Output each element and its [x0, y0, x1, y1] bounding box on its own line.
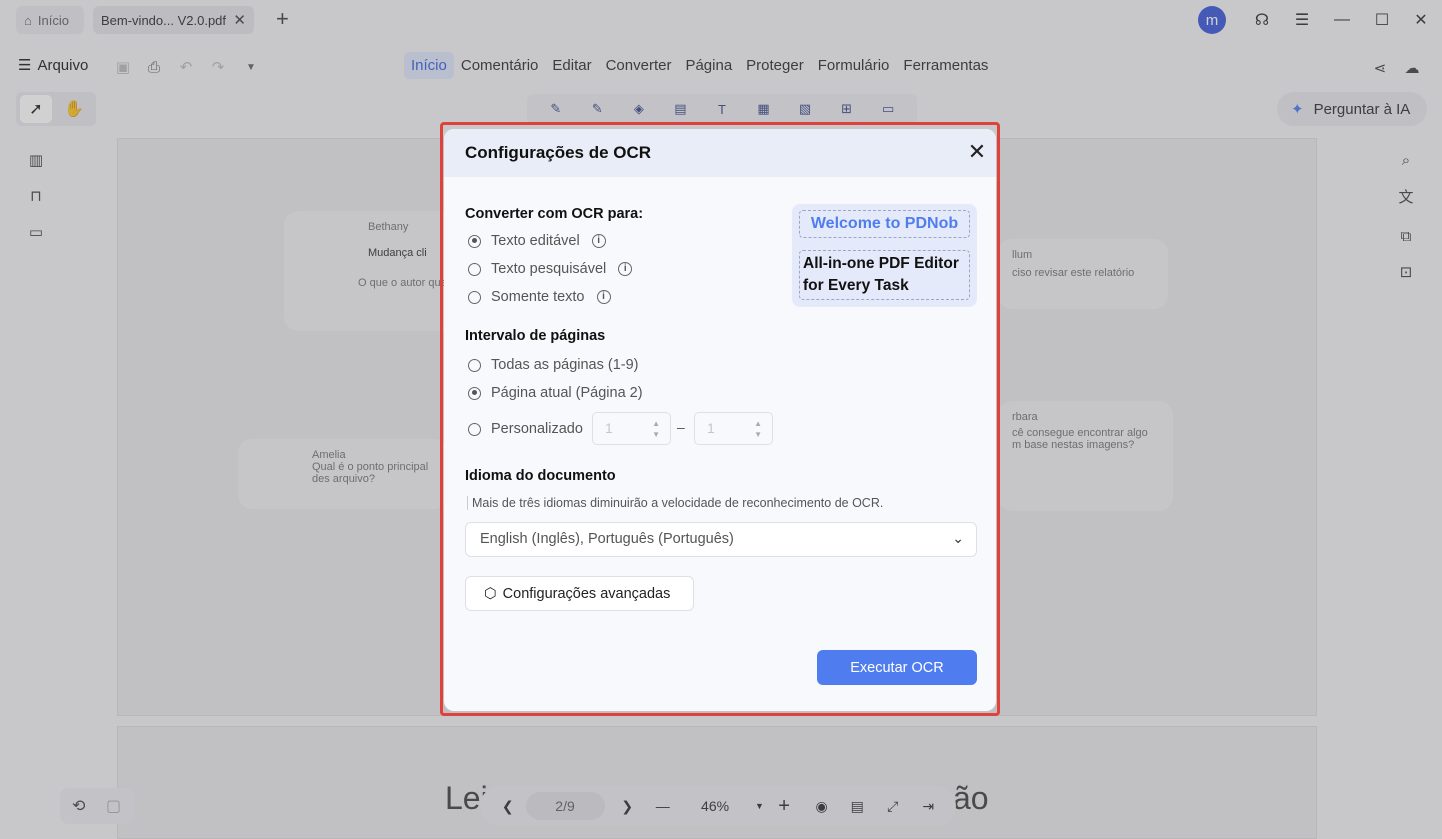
language-select-value: English (Inglês), Português (Português) [480, 531, 734, 547]
radio-button[interactable] [468, 422, 481, 436]
advanced-settings-label: Configurações avançadas [502, 585, 671, 602]
range-separator: – [677, 419, 685, 435]
radio-label: Somente texto [491, 289, 585, 305]
dialog-title: Configurações de OCR [465, 143, 652, 162]
radio-editable-text[interactable]: Texto editável i [468, 233, 606, 249]
ocr-settings-dialog: Configurações de OCR ✕ Converter com OCR… [444, 129, 996, 711]
run-ocr-button[interactable]: Executar OCR [817, 650, 977, 685]
stepper-arrows-icon[interactable]: ▲ ▼ [754, 418, 762, 440]
info-icon[interactable]: i [596, 290, 611, 304]
stepper-arrows-icon[interactable]: ▲ ▼ [652, 418, 660, 440]
range-to-value: 1 [707, 420, 715, 436]
range-to-stepper[interactable]: 1 ▲ ▼ [694, 412, 773, 445]
info-icon[interactable]: i [591, 234, 606, 248]
range-from-stepper[interactable]: 1 ▲ ▼ [592, 412, 671, 445]
promo-line-1: Welcome to PDNob [799, 210, 970, 238]
page-range-heading: Intervalo de páginas [465, 328, 606, 344]
language-hint: Mais de três idiomas diminuirão a veloci… [467, 496, 883, 510]
close-icon[interactable]: ✕ [966, 141, 988, 164]
radio-current-page[interactable]: Página atual (Página 2) [468, 385, 643, 401]
radio-label: Texto pesquisável [491, 261, 607, 277]
range-from-value: 1 [605, 420, 613, 436]
radio-text-only[interactable]: Somente texto i [468, 289, 611, 305]
language-select[interactable]: English (Inglês), Português (Português) … [465, 522, 977, 557]
settings-hex-icon: ⬡ [484, 585, 497, 602]
radio-label: Texto editável [491, 233, 580, 249]
promo-line-2: All-in-one PDF Editor for Every Task [799, 250, 970, 300]
radio-button[interactable] [468, 358, 481, 372]
radio-all-pages[interactable]: Todas as páginas (1-9) [468, 357, 639, 373]
radio-button[interactable] [468, 290, 481, 304]
language-heading: Idioma do documento [465, 468, 616, 484]
promo-preview: Welcome to PDNob All-in-one PDF Editor f… [792, 204, 977, 307]
radio-custom-range[interactable]: Personalizado [468, 421, 583, 437]
dialog-header: Configurações de OCR ✕ [444, 129, 996, 177]
radio-button[interactable] [468, 386, 481, 400]
radio-button[interactable] [468, 234, 481, 248]
radio-searchable-text[interactable]: Texto pesquisável i [468, 261, 633, 277]
chevron-down-icon: ⌄ [952, 530, 964, 546]
advanced-settings-button[interactable]: ⬡ Configurações avançadas [465, 576, 694, 611]
info-icon[interactable]: i [618, 262, 633, 276]
convert-heading: Converter com OCR para: [465, 206, 644, 222]
radio-label: Página atual (Página 2) [491, 385, 643, 401]
radio-label: Todas as páginas (1-9) [491, 357, 639, 373]
radio-label: Personalizado [491, 421, 583, 437]
radio-button[interactable] [468, 262, 481, 276]
